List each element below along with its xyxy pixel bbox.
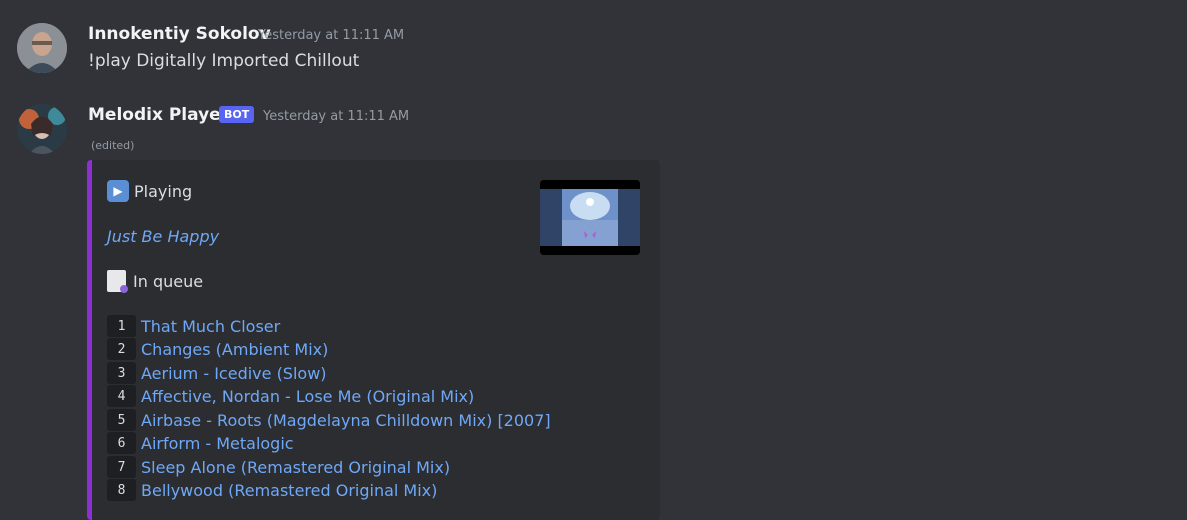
queue-item: 4 Affective, Nordan - Lose Me (Original … [107, 385, 474, 407]
queue-number: 8 [107, 479, 136, 501]
author-name[interactable]: Melodix Player [88, 105, 229, 125]
playing-heading: ▶ Playing [107, 180, 192, 202]
queue-item: 5 Airbase - Roots (Magdelayna Chilldown … [107, 409, 551, 431]
queue-number: 3 [107, 362, 136, 384]
queue-track-link[interactable]: That Much Closer [141, 317, 280, 336]
queue-number: 6 [107, 432, 136, 454]
timestamp: Yesterday at 11:11 AM [258, 28, 405, 43]
bot-badge: BOT [219, 106, 255, 123]
page-facing-up-icon [107, 270, 128, 293]
bot-avatar[interactable] [17, 104, 67, 154]
queue-number: 5 [107, 409, 136, 431]
message-content: !play Digitally Imported Chillout [88, 51, 360, 71]
queue-item: 6 Airform - Metalogic [107, 432, 294, 454]
queue-item: 8 Bellywood (Remastered Original Mix) [107, 479, 437, 501]
queue-track-link[interactable]: Affective, Nordan - Lose Me (Original Mi… [141, 387, 474, 406]
queue-track-link[interactable]: Airform - Metalogic [141, 434, 294, 453]
queue-number: 4 [107, 385, 136, 407]
queue-item: 3 Aerium - Icedive (Slow) [107, 362, 327, 384]
edited-indicator: (edited) [91, 139, 135, 152]
user-avatar[interactable] [17, 23, 67, 73]
queue-track-link[interactable]: Changes (Ambient Mix) [141, 340, 328, 359]
queue-heading: In queue [107, 270, 204, 293]
playing-label: Playing [134, 181, 193, 201]
queue-track-link[interactable]: Sleep Alone (Remastered Original Mix) [141, 458, 450, 477]
queue-track-link[interactable]: Airbase - Roots (Magdelayna Chilldown Mi… [141, 411, 551, 430]
queue-label: In queue [133, 271, 204, 291]
queue-track-link[interactable]: Aerium - Icedive (Slow) [141, 364, 327, 383]
queue-number: 1 [107, 315, 136, 337]
queue-number: 2 [107, 338, 136, 360]
queue-item: 7 Sleep Alone (Remastered Original Mix) [107, 456, 450, 478]
queue-item: 1 That Much Closer [107, 315, 280, 337]
queue-number: 7 [107, 456, 136, 478]
queue-item: 2 Changes (Ambient Mix) [107, 338, 328, 360]
timestamp: Yesterday at 11:11 AM [263, 109, 410, 124]
music-embed: ▶ Playing Just Be Happy In queue 1 That … [87, 160, 660, 520]
now-playing-title[interactable]: Just Be Happy [107, 227, 219, 246]
album-thumbnail[interactable] [540, 180, 640, 255]
play-button-icon: ▶ [107, 180, 129, 202]
queue-track-link[interactable]: Bellywood (Remastered Original Mix) [141, 481, 437, 500]
author-name[interactable]: Innokentiy Sokolov [88, 24, 271, 44]
